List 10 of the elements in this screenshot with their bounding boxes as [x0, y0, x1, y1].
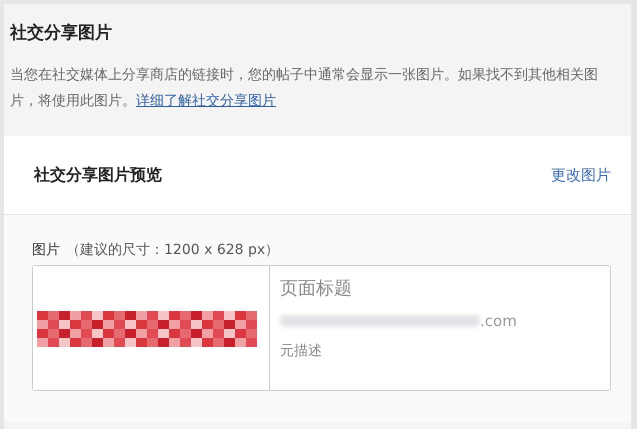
meta-description: 元描述 — [280, 342, 323, 360]
section-title: 社交分享图片 — [10, 22, 113, 44]
card-title: 社交分享图片预览 — [34, 164, 162, 186]
field-label: 图片 — [32, 241, 60, 259]
change-image-link[interactable]: 更改图片 — [551, 166, 611, 184]
size-hint: （建议的尺寸：1200 x 628 px） — [66, 241, 280, 259]
learn-more-link[interactable]: 详细了解社交分享图片 — [136, 93, 276, 109]
page-url: .com — [480, 312, 517, 330]
section-description: 当您在社交媒体上分享商店的链接时，您的帖子中通常会显示一张图片。如果找不到其他相关图片，将使用此图片。详细了解社交分享图片 — [10, 66, 599, 111]
page-title: 页面标题 — [280, 277, 353, 300]
